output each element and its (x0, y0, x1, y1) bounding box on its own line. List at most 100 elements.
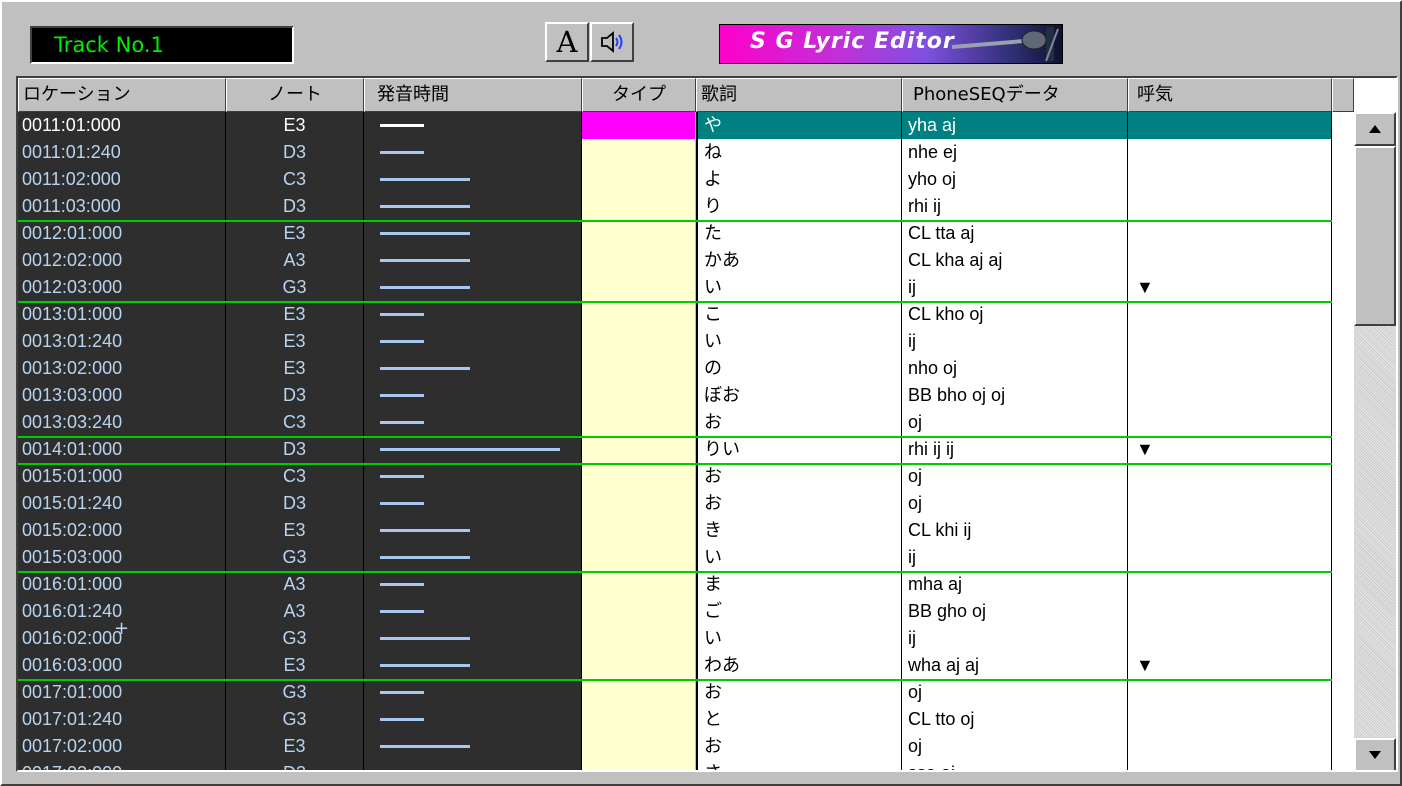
vertical-scrollbar[interactable] (1354, 112, 1396, 770)
type-cell[interactable] (582, 652, 696, 679)
location-cell[interactable]: 0013:01:000 (18, 301, 226, 328)
phoneseq-cell[interactable]: yho oj (902, 166, 1128, 193)
location-cell[interactable]: 0013:01:240 (18, 328, 226, 355)
table-row[interactable]: 0015:01:000 C3 お oj (18, 463, 1332, 490)
type-cell[interactable] (582, 598, 696, 625)
breath-cell[interactable] (1128, 490, 1332, 517)
table-row[interactable]: 0013:01:240 E3 い ij (18, 328, 1332, 355)
breath-cell[interactable]: ▼ (1128, 274, 1332, 301)
breath-cell[interactable] (1128, 571, 1332, 598)
lyric-cell[interactable]: と (696, 706, 902, 733)
type-cell[interactable] (582, 571, 696, 598)
location-cell[interactable]: 0015:01:240 (18, 490, 226, 517)
type-cell[interactable] (582, 112, 696, 139)
location-cell[interactable]: 0015:01:000 (18, 463, 226, 490)
lyric-cell[interactable]: お (696, 463, 902, 490)
breath-cell[interactable] (1128, 625, 1332, 652)
location-cell[interactable]: 0011:02:000 (18, 166, 226, 193)
duration-cell[interactable] (364, 706, 582, 733)
duration-cell[interactable] (364, 382, 582, 409)
phoneseq-cell[interactable]: CL kha aj aj (902, 247, 1128, 274)
duration-cell[interactable] (364, 760, 582, 770)
phoneseq-cell[interactable]: ij (902, 544, 1128, 571)
lyric-cell[interactable]: や (696, 112, 902, 139)
column-header-type[interactable]: タイプ (582, 78, 696, 112)
table-row[interactable]: 0011:02:000 C3 よ yho oj (18, 166, 1332, 193)
table-row[interactable]: 0011:01:240 D3 ね nhe ej (18, 139, 1332, 166)
breath-cell[interactable] (1128, 328, 1332, 355)
lyric-cell[interactable]: い (696, 274, 902, 301)
location-cell[interactable]: 0013:03:000 (18, 382, 226, 409)
type-cell[interactable] (582, 436, 696, 463)
note-cell[interactable]: E3 (226, 301, 364, 328)
breath-cell[interactable] (1128, 679, 1332, 706)
note-cell[interactable]: G3 (226, 679, 364, 706)
table-row[interactable]: 0016:03:000 E3 わあ wha aj aj ▼ (18, 652, 1332, 679)
column-header-note[interactable]: ノート (226, 78, 364, 112)
type-cell[interactable] (582, 679, 696, 706)
phoneseq-cell[interactable]: BB gho oj (902, 598, 1128, 625)
note-cell[interactable]: D3 (226, 193, 364, 220)
location-cell[interactable]: 0012:01:000 (18, 220, 226, 247)
duration-cell[interactable] (364, 193, 582, 220)
table-row[interactable]: 0013:01:000 E3 こ CL kho oj (18, 301, 1332, 328)
type-cell[interactable] (582, 382, 696, 409)
lyric-cell[interactable]: ま (696, 571, 902, 598)
duration-cell[interactable] (364, 139, 582, 166)
breath-cell[interactable] (1128, 355, 1332, 382)
duration-cell[interactable] (364, 274, 582, 301)
lyric-cell[interactable]: お (696, 490, 902, 517)
column-header-location[interactable]: ロケーション (18, 78, 226, 112)
note-cell[interactable]: D3 (226, 382, 364, 409)
location-cell[interactable]: 0013:03:240 (18, 409, 226, 436)
breath-cell[interactable] (1128, 166, 1332, 193)
type-cell[interactable] (582, 706, 696, 733)
type-cell[interactable] (582, 355, 696, 382)
phoneseq-cell[interactable]: oj (902, 679, 1128, 706)
lyric-cell[interactable]: き (696, 517, 902, 544)
note-cell[interactable]: D3 (226, 436, 364, 463)
breath-cell[interactable]: ▼ (1128, 436, 1332, 463)
duration-cell[interactable] (364, 409, 582, 436)
location-cell[interactable]: 0011:01:000 (18, 112, 226, 139)
phoneseq-cell[interactable]: CL khi ij (902, 517, 1128, 544)
lyric-cell[interactable]: よ (696, 166, 902, 193)
column-header-phoneseq[interactable]: PhoneSEQデータ (902, 78, 1128, 112)
breath-cell[interactable] (1128, 382, 1332, 409)
location-cell[interactable]: 0012:02:000 (18, 247, 226, 274)
duration-cell[interactable] (364, 436, 582, 463)
location-cell[interactable]: 0012:03:000 (18, 274, 226, 301)
lyric-cell[interactable]: ぼお (696, 382, 902, 409)
phoneseq-cell[interactable]: oj (902, 490, 1128, 517)
phoneseq-cell[interactable]: oj (902, 409, 1128, 436)
type-cell[interactable] (582, 247, 696, 274)
duration-cell[interactable] (364, 220, 582, 247)
type-cell[interactable] (582, 166, 696, 193)
breath-cell[interactable] (1128, 139, 1332, 166)
lyric-cell[interactable]: い (696, 544, 902, 571)
table-row[interactable]: 0017:02:000 E3 お oj (18, 733, 1332, 760)
duration-cell[interactable] (364, 490, 582, 517)
location-cell[interactable]: 0011:03:000 (18, 193, 226, 220)
table-row[interactable]: 0016:01:000 A3 ま mha aj (18, 571, 1332, 598)
phoneseq-cell[interactable]: CL tta aj (902, 220, 1128, 247)
table-row[interactable]: 0014:01:000 D3 りい rhi ij ij ▼ (18, 436, 1332, 463)
table-row[interactable]: 0012:03:000 G3 い ij ▼ (18, 274, 1332, 301)
duration-cell[interactable] (364, 625, 582, 652)
duration-cell[interactable] (364, 652, 582, 679)
note-cell[interactable]: C3 (226, 409, 364, 436)
note-cell[interactable]: G3 (226, 274, 364, 301)
type-cell[interactable] (582, 139, 696, 166)
type-cell[interactable] (582, 463, 696, 490)
note-cell[interactable]: G3 (226, 544, 364, 571)
location-cell[interactable]: 0011:01:240 (18, 139, 226, 166)
breath-cell[interactable] (1128, 517, 1332, 544)
type-cell[interactable] (582, 733, 696, 760)
type-cell[interactable] (582, 625, 696, 652)
location-cell[interactable]: 0017:03:000 (18, 760, 226, 770)
lyric-cell[interactable]: わあ (696, 652, 902, 679)
note-cell[interactable]: E3 (226, 328, 364, 355)
type-cell[interactable] (582, 328, 696, 355)
lyric-cell[interactable]: た (696, 220, 902, 247)
breath-cell[interactable] (1128, 193, 1332, 220)
